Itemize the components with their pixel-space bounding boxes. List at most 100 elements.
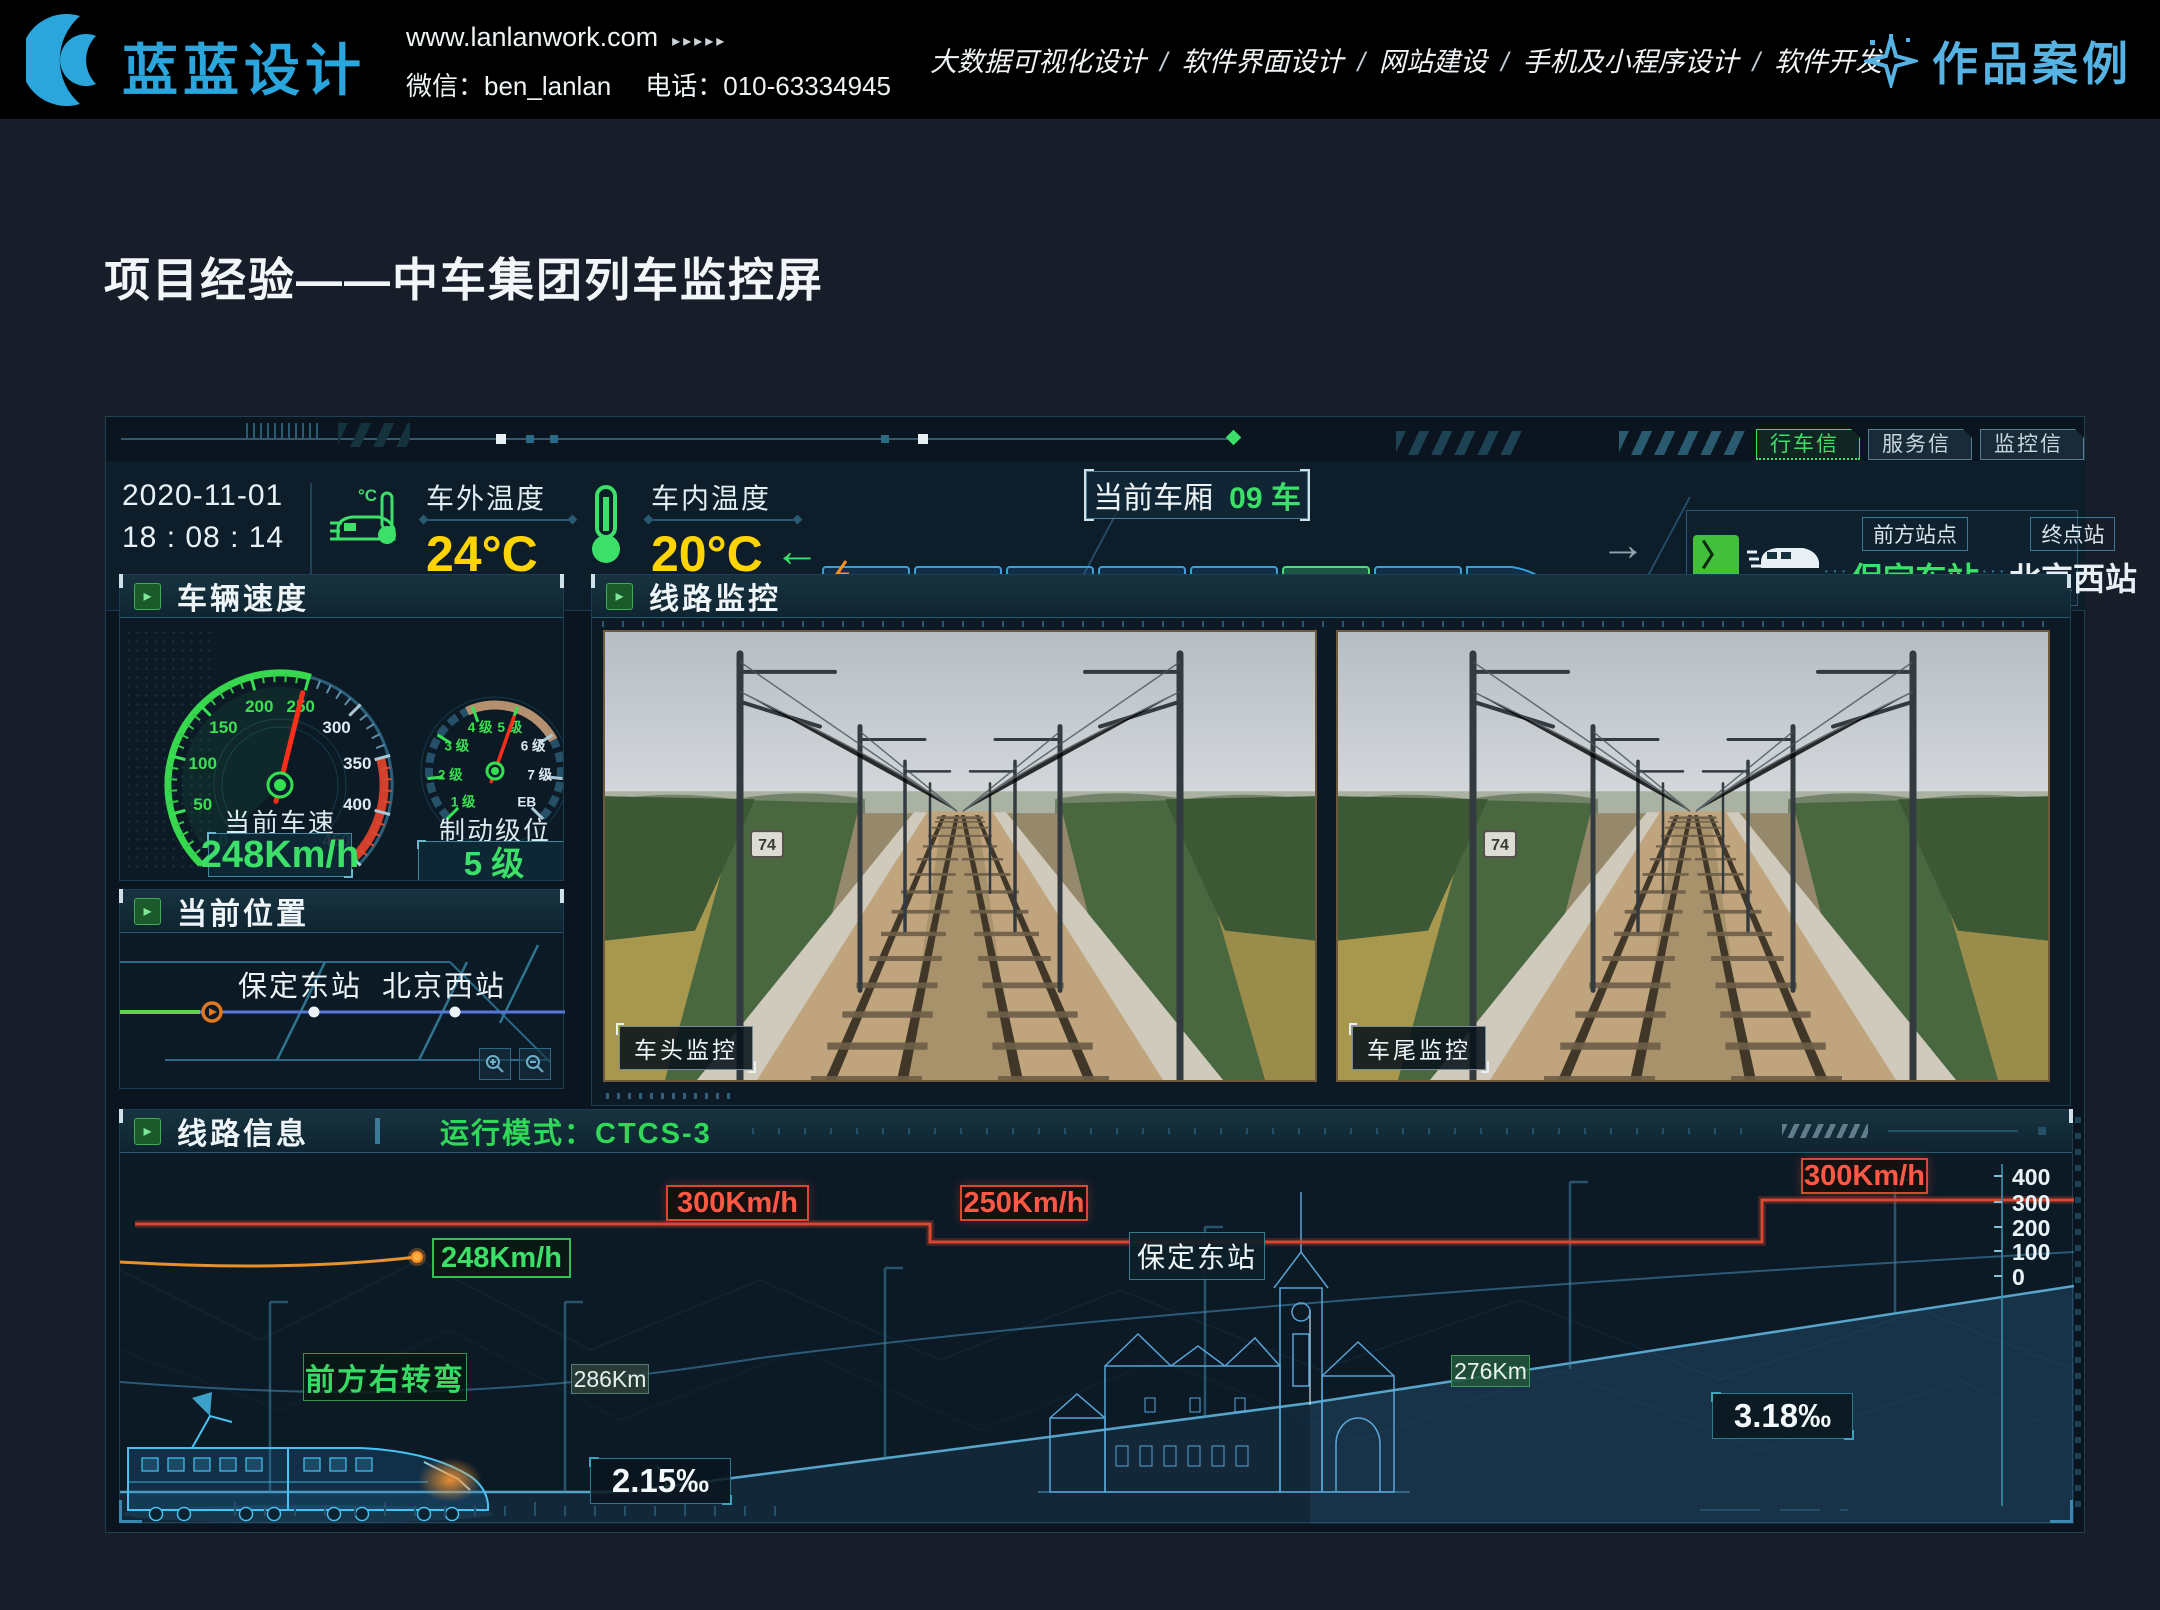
route-station-2: 北京西站 [382, 963, 506, 1005]
deco-diamond [1226, 430, 1242, 446]
panel-header-icon: ▸ [134, 1118, 161, 1145]
svg-text:6 级: 6 级 [521, 738, 546, 754]
panel-header-icon: ▸ [134, 898, 161, 925]
axis-tick-100: 100 [2012, 1239, 2050, 1266]
next-station-label: 前方站点 [1862, 517, 1968, 551]
wechat-text: 微信：ben_lanlan [406, 71, 611, 101]
tab-服务信息[interactable]: 服务信息 [1868, 429, 1972, 460]
brake-level-value: 5 级 [418, 841, 563, 880]
zoom-in-button[interactable] [479, 1048, 511, 1080]
nav-separator: / [1753, 47, 1761, 77]
panel-header: ▸ 线路监控 [592, 575, 2070, 618]
nav-item[interactable]: 大数据可视化设计 [930, 47, 1146, 77]
svg-text:50: 50 [193, 795, 212, 814]
current-car-label: 当前车厢 [1093, 473, 1213, 517]
tab-监控信息[interactable]: 监控信息 [1980, 429, 2084, 460]
turn-warning-label: 前方右转弯 [303, 1353, 467, 1401]
deco-line [121, 438, 1236, 440]
train-side-illustration [123, 1392, 493, 1523]
deco-line [1888, 1130, 2018, 1132]
portfolio-label[interactable]: 作品案例 [1932, 28, 2132, 94]
magnifier-minus-icon [525, 1054, 545, 1074]
nav-separator: / [1160, 47, 1168, 77]
header-deco [752, 1124, 2046, 1138]
current-speed-marker: 248Km/h [432, 1238, 571, 1278]
km-marker-276: 276Km [1451, 1355, 1530, 1387]
line-monitor-panel: ▸ 线路监控 [591, 574, 2071, 1106]
topbar-tabs: 行车信息服务信息监控信息 [1756, 429, 2084, 460]
line-profile-chart: 300Km/h 250Km/h 300Km/h 248Km/h 前方右转弯 28… [120, 1150, 2074, 1524]
prev-car-arrow[interactable]: ← [774, 523, 820, 577]
svg-text:7 级: 7 级 [527, 767, 552, 783]
gradient-label-1: 2.15‰ [590, 1458, 731, 1504]
time-text: 18 : 08 : 14 [122, 517, 292, 559]
zoom-out-button[interactable] [519, 1048, 551, 1080]
contact-info: 微信：ben_lanlan电话：010-63334945 [406, 66, 925, 103]
site-nav: 大数据可视化设计/软件界面设计/网站建设/手机及小程序设计/软件开发 [930, 40, 1820, 79]
speed-panel-body: 050100150200250300350400450 当前车速 248Km/h… [120, 618, 563, 880]
deco-strip [2075, 1117, 2081, 1507]
deco-square [526, 435, 534, 443]
deco-square [918, 434, 928, 444]
line-info-panel: ▸ 线路信息 运行模式：CTCS-3 [119, 1109, 2073, 1523]
axis-tick-0: 0 [2012, 1264, 2025, 1291]
speed-limit-label-3: 300Km/h [1801, 1158, 1928, 1194]
svg-text:3 级: 3 级 [445, 738, 470, 754]
speed-limit-label-2: 250Km/h [960, 1185, 1088, 1221]
current-position-panel: ▸ 当前位置 保定东站 北京西站 [119, 889, 564, 1089]
divider [649, 519, 797, 521]
speed-limit-label-1: 300Km/h [666, 1185, 809, 1221]
terminal-station-label: 终点站 [2030, 517, 2115, 551]
current-car-indicator: 当前车厢 09 车 [1086, 471, 1308, 519]
svg-text:200: 200 [245, 697, 273, 716]
nav-item[interactable]: 网站建设 [1379, 47, 1487, 77]
head-camera-label: 车头监控 [619, 1026, 753, 1070]
nav-separator: / [1358, 47, 1366, 77]
monitor-panel-title: 线路监控 [649, 574, 781, 618]
position-panel-title: 当前位置 [177, 889, 309, 933]
svg-text:2 级: 2 级 [438, 767, 463, 783]
km-marker-286: 286Km [571, 1364, 649, 1394]
outside-temp-train-icon: °C [330, 483, 412, 561]
deco-ticks [246, 423, 318, 438]
panel-header-icon: ▸ [606, 583, 633, 610]
axis-tick-400: 400 [2012, 1164, 2050, 1191]
svg-text:°C: °C [358, 486, 377, 505]
route-station-1: 保定东站 [238, 963, 362, 1005]
date-text: 2020-11-01 [122, 475, 292, 517]
svg-text:350: 350 [343, 754, 371, 773]
deco-slashes [1619, 431, 1745, 455]
deco-ruler [602, 621, 2060, 627]
panel-header: ▸ 车辆速度 [120, 575, 563, 618]
route-map: 保定东站 北京西站 [120, 933, 563, 1088]
deco-dots [606, 1093, 736, 1099]
outside-temp-label: 车外温度 [426, 477, 546, 517]
deco-slashes [1396, 431, 1524, 455]
panel-header: ▸ 当前位置 [120, 890, 563, 933]
train-monitor-dashboard: 2020-11-01 18 : 08 : 14 °C 车外温度 24°C 车内温… [105, 416, 2085, 1533]
tab-行车信息[interactable]: 行车信息 [1756, 429, 1860, 460]
magnifier-plus-icon [485, 1054, 505, 1074]
portfolio-link[interactable]: 作品案例 [1864, 28, 2132, 94]
nav-item[interactable]: 手机及小程序设计 [1523, 47, 1739, 77]
svg-text:EB: EB [517, 794, 536, 809]
deco-square [2038, 1127, 2046, 1135]
divider [310, 483, 312, 575]
axis-tick-200: 200 [2012, 1215, 2050, 1242]
divider [424, 519, 572, 521]
divider [375, 1118, 380, 1144]
site-url[interactable]: www.lanlanwork.com▸▸▸▸▸ [406, 22, 727, 53]
next-car-arrow[interactable]: → [1600, 517, 1646, 571]
deco-stripes [1782, 1124, 1868, 1138]
logo-text[interactable]: 蓝蓝设计 [122, 26, 366, 107]
speed-curve [120, 1257, 417, 1266]
nav-item[interactable]: 软件界面设计 [1182, 47, 1344, 77]
datetime-display: 2020-11-01 18 : 08 : 14 [122, 475, 292, 559]
panel-header: ▸ 线路信息 运行模式：CTCS-3 [120, 1110, 2072, 1153]
tail-camera-label: 车尾监控 [1352, 1026, 1486, 1070]
svg-text:300: 300 [322, 718, 350, 737]
site-header: 蓝蓝设计 www.lanlanwork.com▸▸▸▸▸ 微信：ben_lanl… [0, 0, 2160, 119]
sparkle-icon [1864, 34, 1918, 88]
page-title: 项目经验——中车集团列车监控屏 [104, 244, 824, 310]
lanlan-logo-icon [26, 12, 118, 108]
